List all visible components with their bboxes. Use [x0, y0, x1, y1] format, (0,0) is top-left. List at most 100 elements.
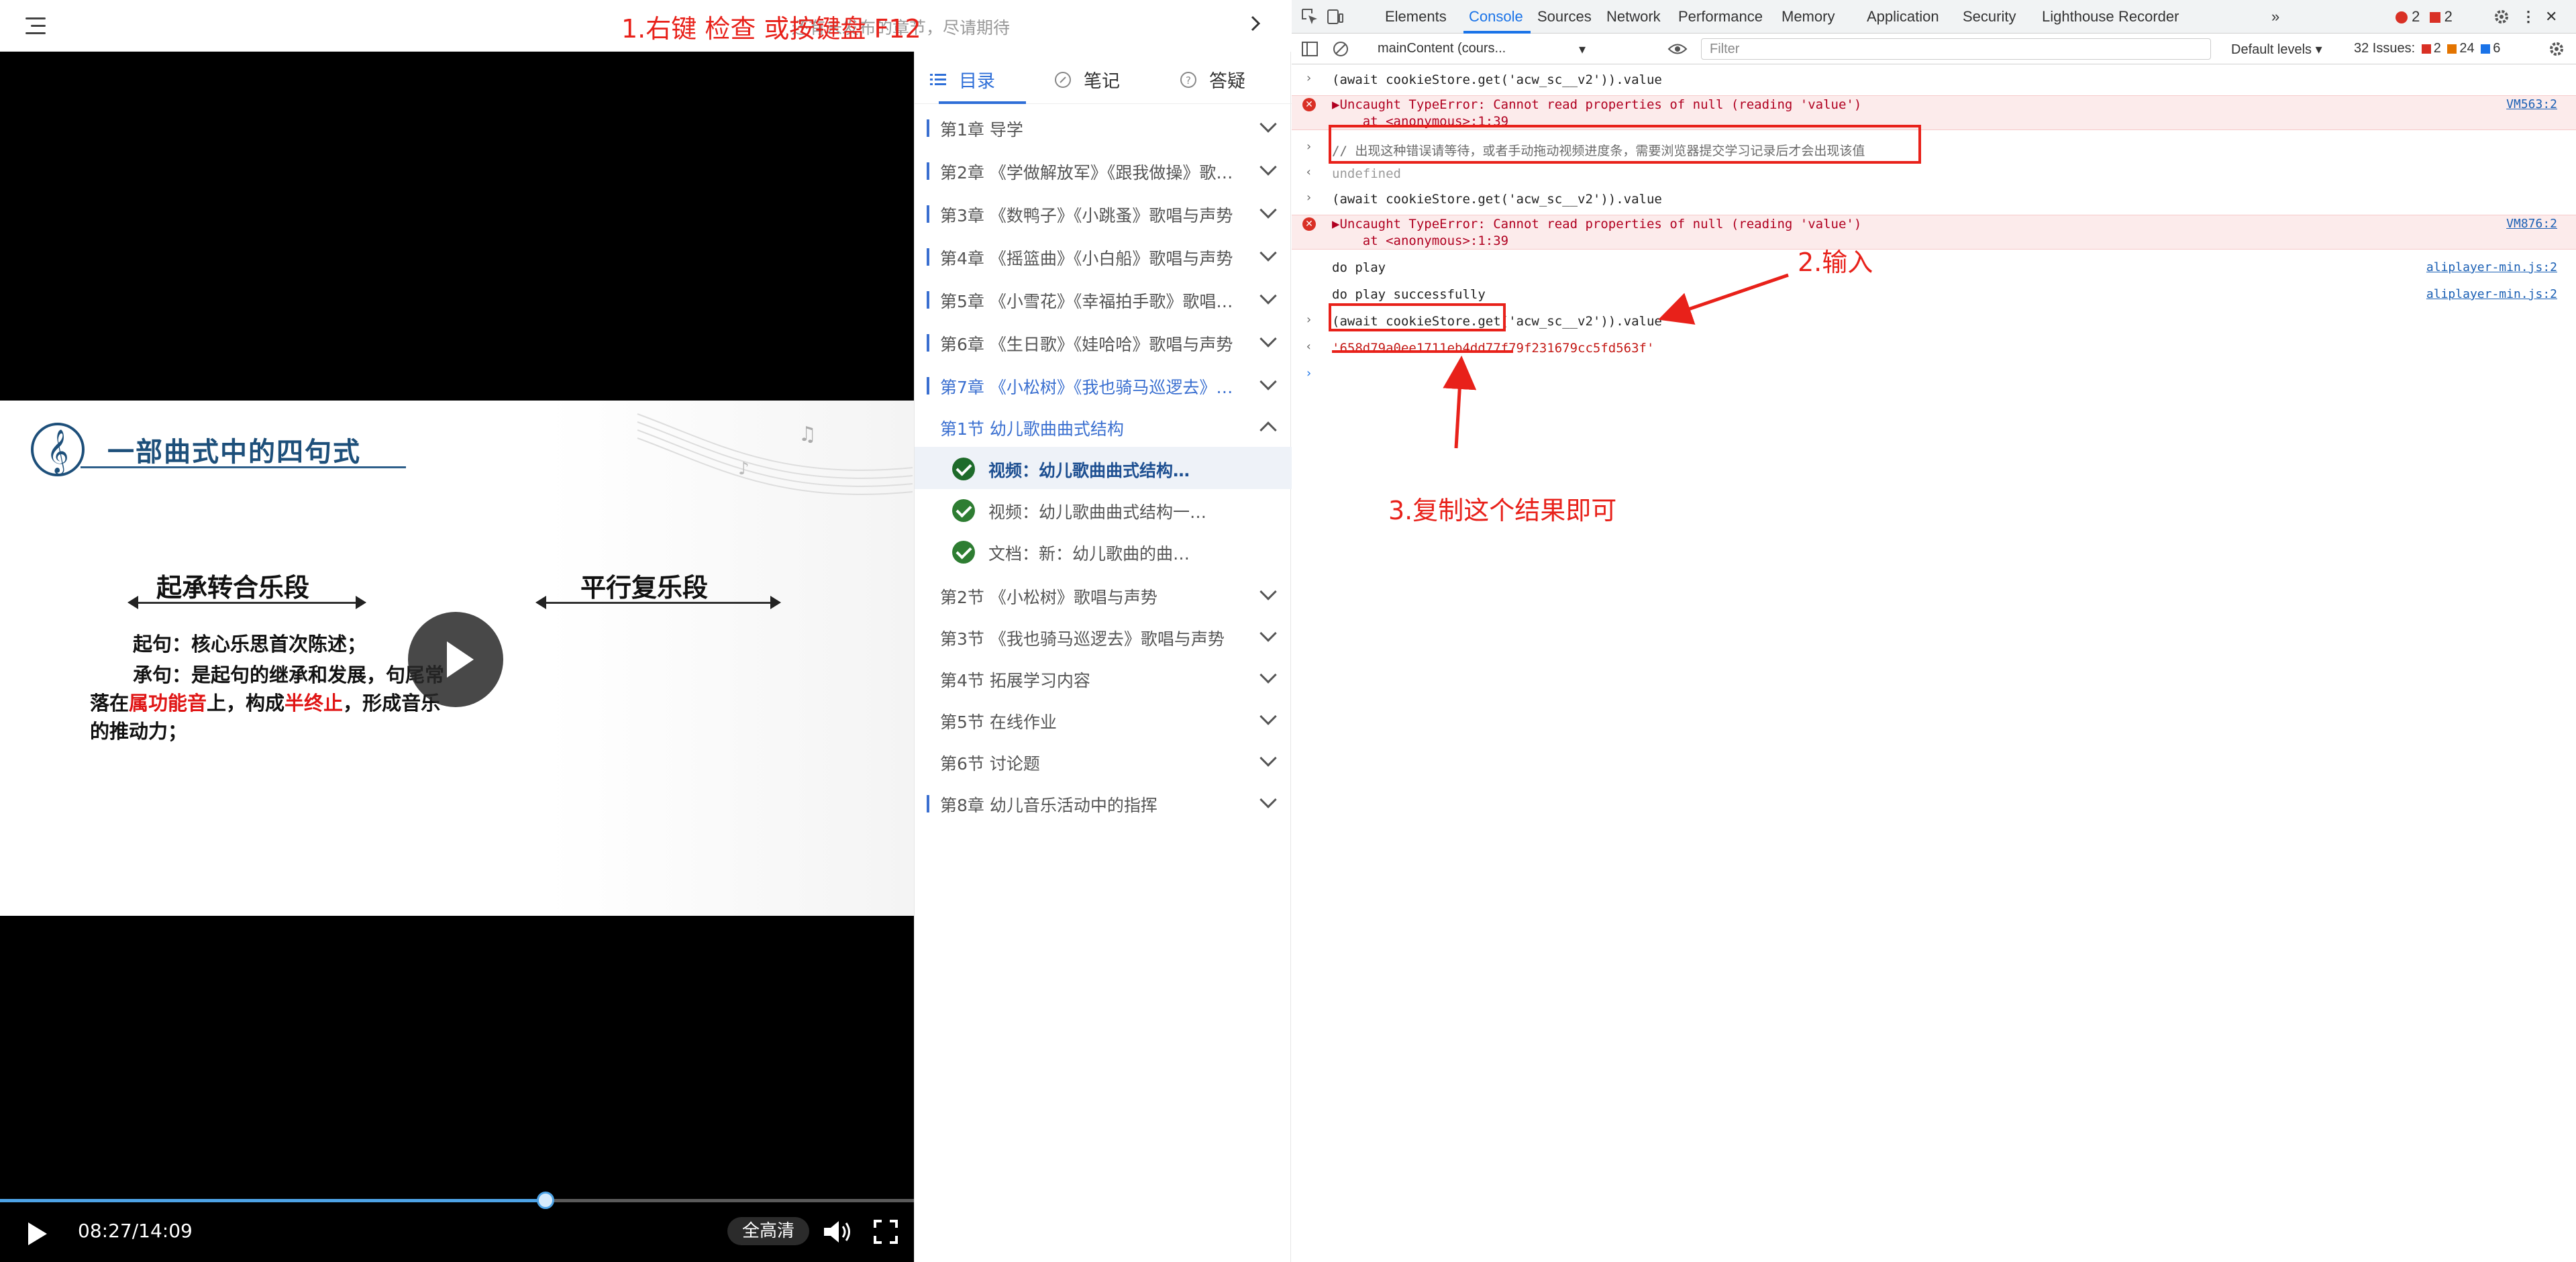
catalog-row[interactable]: 第5章 《小雪花》《幸福拍手歌》歌唱与声势 — [915, 278, 1292, 320]
catalog-row[interactable]: 第3章 《数鸭子》《小跳蚤》歌唱与声势 — [915, 192, 1292, 234]
catalog-row[interactable]: 文档：新：幼儿歌曲的曲… — [915, 530, 1292, 572]
slide-title: 一部曲式中的四句式 — [107, 436, 361, 468]
chevron-down-icon[interactable] — [1259, 749, 1277, 767]
chevron-right-icon[interactable] — [1247, 15, 1264, 32]
tab-notes[interactable]: 笔记 — [1054, 66, 1120, 93]
quality-button[interactable]: 全高清 — [727, 1217, 809, 1245]
console-text[interactable]: (await cookieStore.get('acw_sc__v2')).va… — [1332, 72, 1662, 87]
console-line: ‹ '658d79a0ee1711eb4dd77f79f231679cc5fd56… — [1292, 339, 2576, 357]
catalog-row[interactable]: 第1章 导学 — [915, 106, 1292, 148]
catalog-row[interactable]: 第4节 拓展学习内容 — [915, 657, 1292, 699]
catalog-row[interactable]: 第4章 《摇篮曲》《小白船》歌唱与声势 — [915, 235, 1292, 277]
error-counter[interactable]: 2 2 — [2395, 8, 2453, 25]
catalog-row[interactable]: 第2节 《小松树》歌唱与声势 — [915, 574, 1292, 616]
devtools-tab-performance[interactable]: Performance — [1678, 8, 1763, 25]
inspect-element-icon[interactable] — [1301, 8, 1319, 25]
catalog-row[interactable]: 第7章 《小松树》《我也骑马巡逻去》歌唱与声势 — [915, 364, 1292, 406]
console-text: do play successfully — [1332, 287, 1486, 302]
source-link[interactable]: VM876:2 — [2506, 217, 2557, 231]
more-tabs-icon[interactable]: » — [2271, 8, 2279, 25]
play-icon[interactable] — [28, 1222, 47, 1245]
devtools-tab-sources[interactable]: Sources — [1537, 8, 1592, 25]
catalog-row[interactable]: 视频：幼儿歌曲曲式结构… — [915, 447, 1292, 489]
volume-icon[interactable] — [823, 1220, 854, 1244]
console-text: ▶Uncaught TypeError: Cannot read propert… — [1332, 97, 1862, 112]
chevron-down-icon[interactable] — [1259, 287, 1277, 305]
catalog-row[interactable]: 第6节 讨论题 — [915, 740, 1292, 782]
play-overlay-button[interactable] — [408, 612, 503, 707]
console-toolbar: mainContent (cours... ▾ Filter Default l… — [1292, 34, 2576, 64]
catalog-row[interactable]: 第2章 《学做解放军》《跟我做操》歌唱与声势 — [915, 149, 1292, 191]
close-icon[interactable]: ✕ — [2545, 8, 2557, 25]
kebab-menu-icon[interactable]: ⋮ — [2521, 8, 2536, 25]
console-line: ‹ undefined — [1292, 165, 2576, 182]
catalog-row-label: 第1章 导学 — [940, 120, 1023, 140]
menu-icon[interactable] — [25, 17, 46, 35]
error-icon — [2395, 11, 2408, 24]
progress-bar[interactable] — [0, 1192, 914, 1209]
catalog-row-label: 第3章 《数鸭子》《小跳蚤》歌唱与声势 — [940, 206, 1233, 225]
svg-text:𝄞: 𝄞 — [46, 429, 68, 474]
chevron-down-icon[interactable] — [1259, 158, 1277, 176]
catalog-row-label: 第2章 《学做解放军》《跟我做操》歌唱与声势 — [940, 163, 1235, 182]
clear-console-icon[interactable] — [1332, 40, 1349, 58]
chevron-down-icon[interactable] — [1259, 583, 1277, 600]
devtools-tab-security[interactable]: Security — [1963, 8, 2016, 25]
devtools-tab-lighthouse[interactable]: Lighthouse — [2042, 8, 2114, 25]
chevron-down-icon[interactable] — [1259, 666, 1277, 684]
svg-text:♪: ♪ — [738, 459, 750, 479]
console-line: › — [1292, 366, 2576, 384]
source-link[interactable]: aliplayer-min.js:2 — [2426, 260, 2557, 274]
issues-counter[interactable]: 32 Issues: 2 24 6 — [2354, 41, 2500, 56]
chevron-down-icon[interactable] — [1259, 708, 1277, 725]
catalog-row[interactable]: 第3节 《我也骑马巡逻去》歌唱与声势 — [915, 615, 1292, 658]
chevron-down-icon[interactable] — [1259, 244, 1277, 262]
devtools-tab-memory[interactable]: Memory — [1782, 8, 1835, 25]
catalog-row-label: 第4节 拓展学习内容 — [940, 671, 1090, 690]
chevron-up-icon[interactable] — [1259, 421, 1277, 439]
devtools-tab-console[interactable]: Console — [1469, 8, 1523, 25]
catalog-row-label: 视频：幼儿歌曲曲式结构… — [988, 461, 1190, 480]
catalog-row[interactable]: 第6章 《生日歌》《娃哈哈》歌唱与声势 — [915, 321, 1292, 363]
devtools-tab-application[interactable]: Application — [1867, 8, 1939, 25]
console-text[interactable]: '658d79a0ee1711eb4dd77f79f231679cc5fd563… — [1332, 341, 1654, 356]
tab-qa[interactable]: ? 答疑 — [1180, 66, 1245, 93]
chevron-down-icon[interactable] — [1259, 625, 1277, 642]
catalog-row-label: 第2节 《小松树》歌唱与声势 — [940, 588, 1157, 607]
note-icon — [1055, 71, 1071, 88]
source-link[interactable]: VM563:2 — [2506, 97, 2557, 111]
devtools-tabbar: Elements Console Sources Network Performance… — [1292, 0, 2576, 34]
catalog-row[interactable]: 第8章 幼儿音乐活动中的指挥 — [915, 782, 1292, 824]
catalog-row[interactable]: 第5节 在线作业 — [915, 698, 1292, 741]
chevron-down-icon[interactable] — [1259, 115, 1277, 133]
fullscreen-icon[interactable] — [874, 1220, 898, 1244]
console-settings-icon[interactable] — [2548, 40, 2565, 58]
devtools-tab-elements[interactable]: Elements — [1385, 8, 1447, 25]
progress-handle[interactable] — [537, 1192, 555, 1209]
log-levels-dropdown[interactable]: Default levels ▾ — [2231, 41, 2322, 58]
source-link[interactable]: aliplayer-min.js:2 — [2426, 287, 2557, 301]
sidebar-toggle-icon[interactable] — [1301, 40, 1319, 58]
devtools-tab-network[interactable]: Network — [1606, 8, 1661, 25]
device-toggle-icon[interactable] — [1327, 8, 1344, 25]
catalog-row[interactable]: 第1节 幼儿歌曲曲式结构 — [915, 405, 1292, 448]
catalog-row[interactable]: 视频：幼儿歌曲曲式结构一… — [915, 488, 1292, 531]
console-filter-input[interactable]: Filter — [1701, 38, 2211, 60]
chevron-down-icon[interactable] — [1259, 791, 1277, 808]
chevron-down-icon[interactable] — [1259, 201, 1277, 219]
treble-clef-icon: 𝄞 — [31, 423, 85, 476]
chapter-marker — [927, 205, 929, 223]
console-text[interactable]: (await cookieStore.get('acw_sc__v2')).va… — [1332, 192, 1662, 207]
settings-gear-icon[interactable] — [2493, 8, 2510, 25]
context-select[interactable]: mainContent (cours... ▾ — [1372, 38, 1594, 60]
chapter-marker — [927, 248, 929, 266]
eye-icon[interactable] — [1667, 40, 1688, 58]
devtools-tab-recorder[interactable]: Recorder — [2118, 8, 2179, 25]
chevron-down-icon[interactable] — [1259, 373, 1277, 390]
console-line: do play successfully aliplayer-min.js:2 — [1292, 286, 2576, 303]
chevron-down-icon[interactable] — [1259, 330, 1277, 348]
tab-catalog[interactable]: 目录 — [929, 66, 995, 93]
chapter-marker — [927, 119, 929, 137]
video-player[interactable]: 还有未发布的章节，尽请期待 𝄞 一部曲式中的四句式 ♫ ♪ 起承转合乐段 平行复… — [0, 0, 1261, 1262]
annotation-step3: 3.复制这个结果即可 — [1388, 496, 1617, 525]
